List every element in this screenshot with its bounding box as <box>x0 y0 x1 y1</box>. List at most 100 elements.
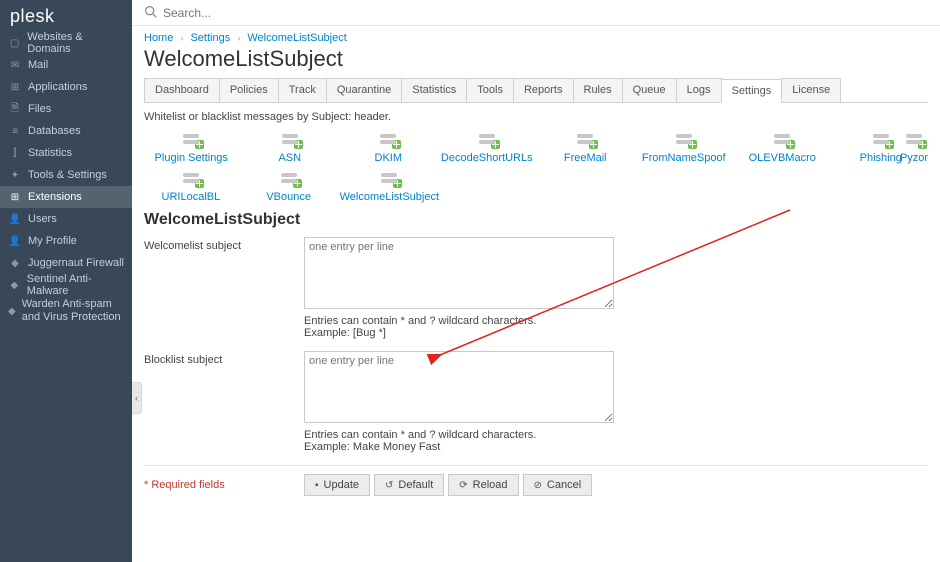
plugin-item[interactable]: VBounce <box>242 168 336 207</box>
plugin-icon <box>870 131 892 147</box>
welcomelist-label: Welcomelist subject <box>144 237 304 347</box>
tab-track[interactable]: Track <box>278 78 327 102</box>
tab-settings[interactable]: Settings <box>721 79 783 103</box>
cancel-button[interactable]: ⊘Cancel <box>523 474 593 496</box>
form-row-welcomelist: Welcomelist subject Entries can contain … <box>144 237 928 347</box>
plugin-link[interactable]: Pyzor <box>894 152 934 164</box>
plugin-link[interactable]: FreeMail <box>538 152 633 164</box>
nav-icon: ⫿ <box>8 146 22 160</box>
breadcrumb-settings[interactable]: Settings <box>190 32 230 44</box>
tab-tools[interactable]: Tools <box>466 78 514 102</box>
plugin-icon <box>574 131 596 147</box>
main-area: Home › Settings › WelcomeListSubject Wel… <box>132 0 940 508</box>
sidebar-item-label: Databases <box>28 125 81 137</box>
nav-icon: ✉ <box>8 58 22 72</box>
blocklist-help: Entries can contain * and ? wildcard cha… <box>304 429 614 453</box>
sidebar-item-label: Warden Anti-spam and Virus Protection <box>22 298 124 324</box>
page-title: WelcomeListSubject <box>132 46 940 78</box>
plugin-item[interactable]: DecodeShortURLs <box>440 129 535 168</box>
section-title: WelcomeListSubject <box>144 211 928 229</box>
chevron-right-icon: › <box>237 33 240 43</box>
sidebar-item-label: Applications <box>28 81 87 93</box>
sidebar-item-mail[interactable]: ✉ Mail <box>0 54 132 76</box>
reload-button[interactable]: ⟳Reload <box>448 474 518 496</box>
blocklist-label: Blocklist subject <box>144 351 304 461</box>
cancel-icon: ⊘ <box>534 480 542 491</box>
plugin-item[interactable]: OLEVBMacro <box>735 129 830 168</box>
save-icon: ▪ <box>315 480 319 491</box>
plugin-icon <box>903 131 925 147</box>
plugin-icon <box>377 131 399 147</box>
sidebar-item-label: Tools & Settings <box>28 169 107 181</box>
tab-quarantine[interactable]: Quarantine <box>326 78 402 102</box>
plugin-icon <box>378 170 400 186</box>
form-row-blocklist: Blocklist subject Entries can contain * … <box>144 351 928 461</box>
sidebar-item-applications[interactable]: ⊞Applications <box>0 76 132 98</box>
breadcrumb-current[interactable]: WelcomeListSubject <box>247 32 346 44</box>
tab-license[interactable]: License <box>781 78 841 102</box>
tab-reports[interactable]: Reports <box>513 78 574 102</box>
search-input[interactable] <box>163 6 928 20</box>
plugin-link[interactable]: WelcomeListSubject <box>340 191 439 203</box>
plugin-link[interactable]: ASN <box>243 152 338 164</box>
sidebar: plesk ▢Websites & Domains✉Mail⊞Applicati… <box>0 0 132 562</box>
tab-rules[interactable]: Rules <box>573 78 623 102</box>
sidebar-item-my-profile[interactable]: 👤My Profile <box>0 230 132 252</box>
sidebar-item-sentinel-anti-malware[interactable]: ◆Sentinel Anti-Malware <box>0 274 132 296</box>
plugin-link[interactable]: DecodeShortURLs <box>440 152 535 164</box>
plugin-item[interactable]: URILocalBL <box>144 168 238 207</box>
plugin-icon <box>771 131 793 147</box>
plugin-link[interactable]: FromNameSpoof <box>637 152 732 164</box>
tab-logs[interactable]: Logs <box>676 78 722 102</box>
plugin-icon <box>279 131 301 147</box>
plugin-item[interactable]: ASN <box>243 129 338 168</box>
plugin-icon <box>278 170 300 186</box>
nav-icon: 👤 <box>8 212 22 226</box>
plugin-item[interactable]: Plugin Settings <box>144 129 239 168</box>
plugin-item[interactable]: FreeMail <box>538 129 633 168</box>
plugin-link[interactable]: Plugin Settings <box>144 152 239 164</box>
sidebar-item-label: Mail <box>28 59 48 71</box>
breadcrumb-home[interactable]: Home <box>144 32 173 44</box>
blocklist-textarea[interactable] <box>304 351 614 423</box>
nav-icon: ⊞ <box>8 190 22 204</box>
plugin-grid-row2: URILocalBL VBounce WelcomeListSubject <box>144 168 928 207</box>
plugin-link[interactable]: OLEVBMacro <box>735 152 830 164</box>
default-button[interactable]: ↺Default <box>374 474 444 496</box>
chevron-right-icon: › <box>180 33 183 43</box>
search-bar <box>132 0 940 26</box>
tab-queue[interactable]: Queue <box>622 78 677 102</box>
sidebar-item-users[interactable]: 👤Users <box>0 208 132 230</box>
plugin-icon <box>180 170 202 186</box>
plugin-icon <box>476 131 498 147</box>
nav-icon: ◆ <box>8 304 16 318</box>
sidebar-item-databases[interactable]: ≡ Databases <box>0 120 132 142</box>
nav-icon: ▢ <box>8 36 21 50</box>
sidebar-item-files[interactable]: 🗎Files <box>0 98 132 120</box>
brand-logo: plesk <box>0 0 132 32</box>
sidebar-item-websites-domains[interactable]: ▢Websites & Domains <box>0 32 132 54</box>
nav-icon: ≡ <box>8 124 22 138</box>
tab-bar: DashboardPoliciesTrackQuarantineStatisti… <box>144 78 928 103</box>
plugin-link[interactable]: URILocalBL <box>144 191 238 203</box>
sidebar-item-warden-anti-spam-and-virus-protection[interactable]: ◆ Warden Anti-spam and Virus Protection <box>0 296 132 326</box>
plugin-item[interactable]: FromNameSpoof <box>637 129 732 168</box>
plugin-item[interactable]: WelcomeListSubject <box>340 168 439 207</box>
welcomelist-textarea[interactable] <box>304 237 614 309</box>
plugin-link[interactable]: DKIM <box>341 152 436 164</box>
plugin-item[interactable]: DKIM <box>341 129 436 168</box>
plugin-item[interactable]: Pyzor <box>894 129 934 168</box>
sidebar-item-label: Extensions <box>28 191 82 203</box>
plugin-link[interactable]: VBounce <box>242 191 336 203</box>
sidebar-item-statistics[interactable]: ⫿Statistics <box>0 142 132 164</box>
nav-icon: 🗎 <box>8 102 22 116</box>
sidebar-item-juggernaut-firewall[interactable]: ◆Juggernaut Firewall <box>0 252 132 274</box>
tab-policies[interactable]: Policies <box>219 78 279 102</box>
tab-dashboard[interactable]: Dashboard <box>144 78 220 102</box>
required-row: * Required fields ▪Update ↺Default ⟳Relo… <box>144 474 928 496</box>
tab-statistics[interactable]: Statistics <box>401 78 467 102</box>
update-button[interactable]: ▪Update <box>304 474 370 496</box>
required-fields-label: * Required fields <box>144 479 304 491</box>
sidebar-item-tools-settings[interactable]: ✦Tools & Settings <box>0 164 132 186</box>
sidebar-item-extensions[interactable]: ⊞ Extensions <box>0 186 132 208</box>
